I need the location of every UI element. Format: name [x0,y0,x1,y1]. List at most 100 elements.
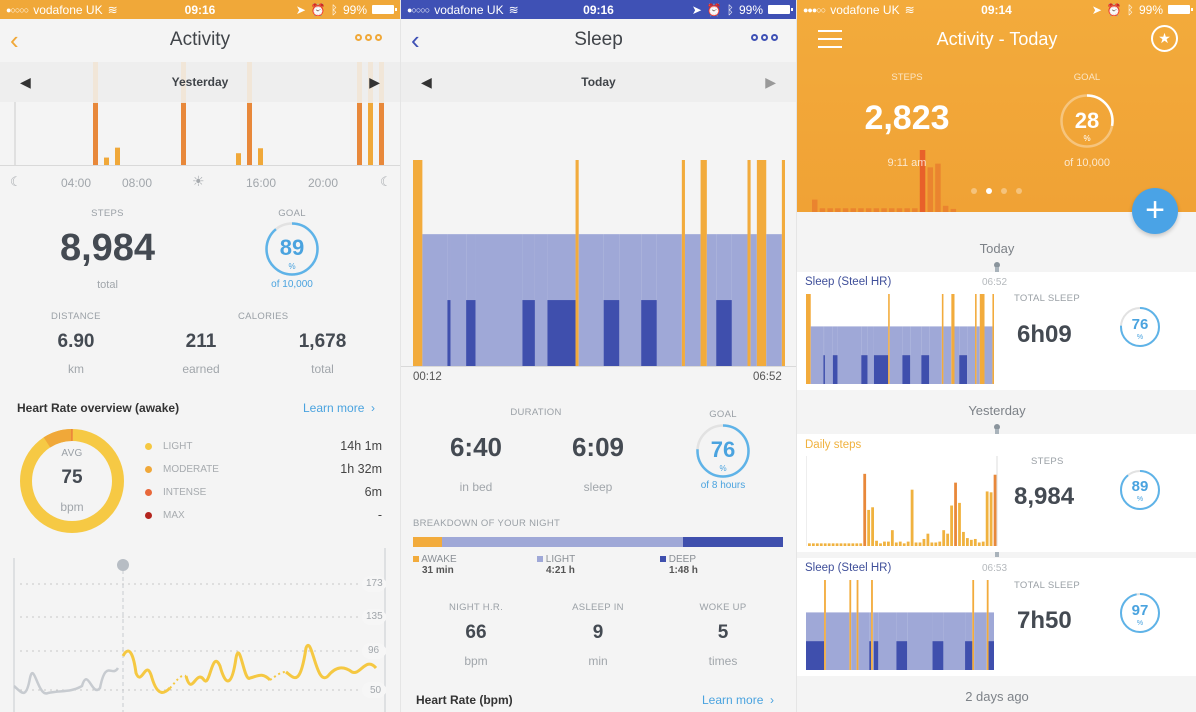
status-bar: ●●●○○ vodafone UK ≋ 09:14 ➤ ⏰ ᛒ 99% [797,0,1196,19]
signal-icon: ●○○○○ [407,4,430,15]
battery-icon [1168,5,1193,14]
calories-earned: 211 [185,331,217,352]
dot-icon [771,34,778,41]
steps-value: 2,823 [864,99,950,137]
distance-value: 6.90 [57,331,95,352]
more-options-button[interactable] [751,34,778,41]
step-bar [858,208,864,212]
light-segment [943,612,966,670]
hr-axis-tick: 173 [366,578,383,589]
step-bar [357,103,362,165]
daily-steps-card[interactable]: Daily steps STEPS 8,984 89 % [797,434,1196,552]
awake-segment [781,160,785,366]
page-dot[interactable] [971,188,977,194]
next-day-button[interactable]: ▶ [369,74,380,91]
mini-sleep-chart [806,294,994,384]
step-bar [863,473,867,546]
deep-segment [959,355,968,384]
deep-segment [823,355,825,384]
step-bar [104,157,109,165]
light-segment [766,234,782,366]
awake-segment [941,294,944,384]
asleep-in-label: ASLEEP IN [572,602,624,613]
page-dot[interactable] [1016,188,1022,194]
step-bar [847,543,851,546]
dot-icon [355,34,362,41]
awake-segment [975,294,977,384]
calories-total: 1,678 [298,331,347,352]
light-segment [974,612,987,670]
step-bar [236,153,241,165]
step-bar [894,542,898,546]
awake-segment [575,160,579,366]
add-button[interactable]: + [1132,188,1178,234]
step-bar [873,208,880,212]
carrier: vodafone UK [434,2,504,17]
step-bar [977,542,981,546]
previous-day-button[interactable]: ◀ [20,74,31,91]
card-metric-value: 7h50 [1017,607,1072,634]
step-bar [969,539,973,546]
step-bar [827,543,831,546]
woke-up-unit: times [708,654,738,668]
breakdown-light: LIGHT 4:21 h [537,554,575,576]
back-button[interactable]: ‹ [10,25,19,56]
dot-icon [375,34,382,41]
sleep-end-time: 06:52 [753,371,782,383]
step-bar [850,208,856,212]
awake-segment [413,160,423,366]
calories-total-label: total [311,362,334,376]
step-bar [934,542,938,546]
dashboard-screen: ●●●○○ vodafone UK ≋ 09:14 ➤ ⏰ ᛒ 99% Activity … [796,0,1196,712]
learn-more-link[interactable]: Learn more › [303,401,375,415]
page-dot[interactable] [1001,188,1007,194]
step-bar [839,543,843,546]
goal-percent: 76 [710,437,736,462]
step-bar [926,533,930,546]
awake-segment [972,580,975,670]
signal-icon: ●●●○○ [803,4,826,15]
step-bar [811,543,815,546]
avg-label: AVG [61,448,83,459]
goal-of: of 10,000 [271,279,313,290]
location-icon: ➤ [691,2,702,17]
deep-segment [832,355,838,384]
step-bar [808,543,811,546]
sleep-stages-chart [413,160,785,366]
page-title: Activity - Today [936,29,1058,49]
date-selector: ◀ Today ▶ [401,62,796,102]
light-segment [929,326,942,384]
step-bar [835,543,839,546]
percent-sign: % [288,262,296,271]
page-title: Sleep [574,29,623,50]
step-bar [879,543,882,546]
step-bar [842,208,849,212]
light-segment [858,612,870,670]
step-bar [368,103,373,165]
deep-segment [603,300,620,366]
deep-segment [873,641,879,670]
next-day-button[interactable]: ▶ [765,74,776,91]
previous-day-button[interactable]: ◀ [421,74,432,91]
breakdown-title: BREAKDOWN OF YOUR NIGHT [413,518,561,529]
light-segment [450,234,467,366]
card-goal-percent: 76 [1131,316,1149,333]
sleep-card[interactable]: Sleep (Steel HR) 06:52 TOTAL SLEEP 6h09 … [797,272,1196,390]
sleep-card[interactable]: Sleep (Steel HR) 06:53 TOTAL SLEEP 7h50 … [797,558,1196,676]
step-bar [989,492,993,546]
star-icon: ★ [1158,30,1171,46]
step-bar [181,103,186,165]
deep-segment [896,641,908,670]
learn-more-link[interactable]: Learn more › [702,693,774,707]
achievements-button[interactable]: ★ [1151,25,1178,52]
step-bar [115,147,120,165]
goal-label: GOAL [709,409,737,420]
page-dot-active[interactable] [986,188,992,194]
nav-bar: ‹ Sleep [401,19,796,61]
sleep-label: sleep [583,480,613,494]
awake-segment [849,580,852,670]
back-button[interactable]: ‹ [411,25,420,56]
step-bar [258,148,263,165]
card-goal-percent: 89 [1131,478,1149,495]
more-options-button[interactable] [355,34,382,41]
